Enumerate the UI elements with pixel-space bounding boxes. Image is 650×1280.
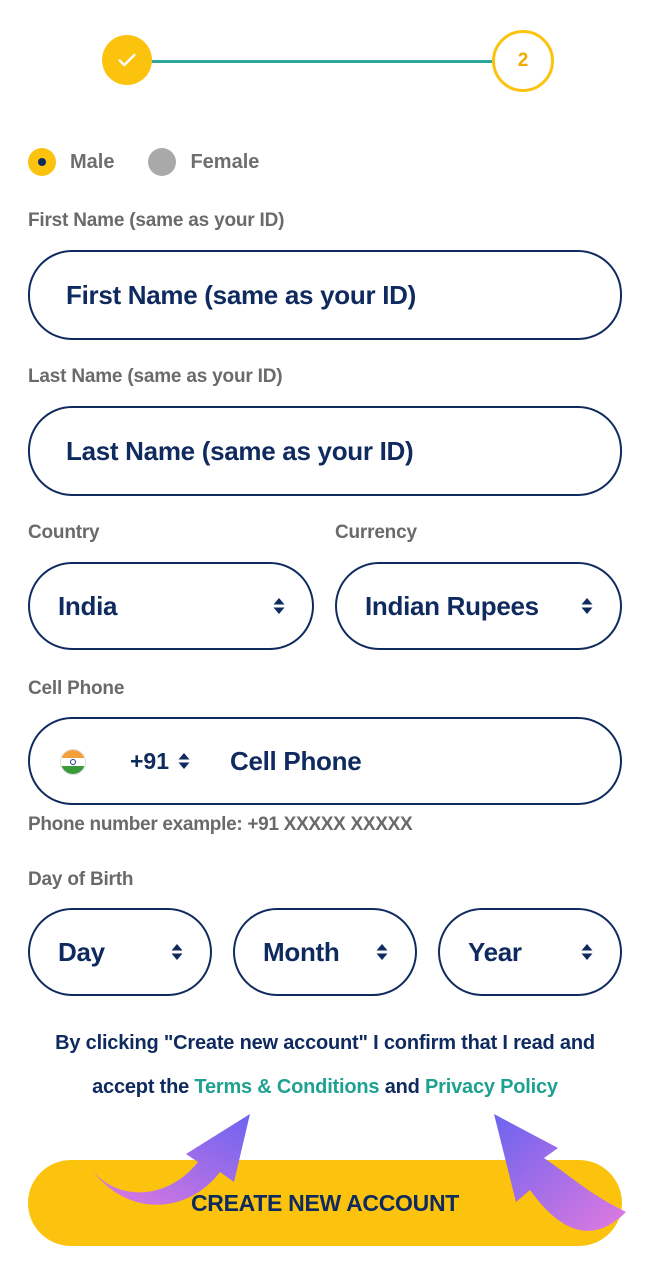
cell-phone-placeholder: Cell Phone [230, 745, 362, 776]
gender-radio-group: Male Female [28, 148, 293, 176]
currency-select[interactable]: Indian Rupees [335, 562, 622, 650]
month-value: Month [263, 936, 340, 967]
day-value: Day [58, 936, 105, 967]
consent-and: and [379, 1076, 426, 1098]
male-radio[interactable] [28, 148, 56, 176]
phone-format-hint: Phone number example: +91 XXXXX XXXXX [28, 814, 413, 835]
sort-arrows-icon [178, 753, 190, 769]
progress-stepper: 2 [100, 30, 556, 94]
privacy-link[interactable]: Privacy Policy [425, 1076, 558, 1098]
sort-arrows-icon [581, 598, 593, 614]
check-icon [118, 53, 136, 67]
cell-phone-label: Cell Phone [28, 678, 125, 699]
consent-prefix: accept the [92, 1076, 195, 1098]
sort-arrows-icon [273, 598, 285, 614]
india-flag-icon[interactable] [60, 749, 86, 775]
sort-arrows-icon [581, 944, 593, 960]
currency-value: Indian Rupees [365, 590, 539, 621]
female-label: Female [190, 150, 260, 173]
birth-label: Day of Birth [28, 869, 134, 890]
last-name-input[interactable]: Last Name (same as your ID) [28, 406, 622, 496]
sort-arrows-icon [171, 944, 183, 960]
first-name-input[interactable]: First Name (same as your ID) [28, 250, 622, 340]
country-label: Country [28, 522, 100, 543]
gender-male-option[interactable]: Male [28, 148, 114, 176]
country-code-value: +91 [130, 747, 170, 774]
sort-arrows-icon [376, 944, 388, 960]
currency-label: Currency [335, 522, 417, 543]
first-name-placeholder: First Name (same as your ID) [66, 279, 416, 310]
step-2-number: 2 [517, 50, 529, 71]
male-label: Male [70, 150, 115, 173]
female-radio[interactable] [148, 148, 177, 176]
step-1-complete [102, 35, 152, 85]
consent-line-1: By clicking "Create new account" I confi… [55, 1032, 595, 1054]
first-name-label: First Name (same as your ID) [28, 210, 285, 231]
step-2-current: 2 [492, 30, 554, 92]
country-select[interactable]: India [28, 562, 314, 650]
pointer-arrow-icon [92, 1114, 250, 1205]
consent-line-2: accept the Terms & Conditions and Privac… [20, 1076, 630, 1099]
year-select[interactable]: Year [438, 908, 622, 996]
month-select[interactable]: Month [233, 908, 417, 996]
pointer-arrow-icon [494, 1114, 626, 1231]
cell-phone-field: +91 Cell Phone [28, 717, 622, 805]
country-value: India [58, 590, 118, 621]
cell-phone-input[interactable]: Cell Phone [230, 719, 600, 803]
year-value: Year [468, 936, 522, 967]
country-code-select[interactable]: +91 [130, 719, 191, 803]
terms-link[interactable]: Terms & Conditions [194, 1076, 379, 1098]
gender-female-option[interactable]: Female [148, 148, 259, 176]
stepper-line [150, 60, 496, 63]
last-name-label: Last Name (same as your ID) [28, 366, 283, 387]
day-select[interactable]: Day [28, 908, 212, 996]
last-name-placeholder: Last Name (same as your ID) [66, 435, 414, 466]
